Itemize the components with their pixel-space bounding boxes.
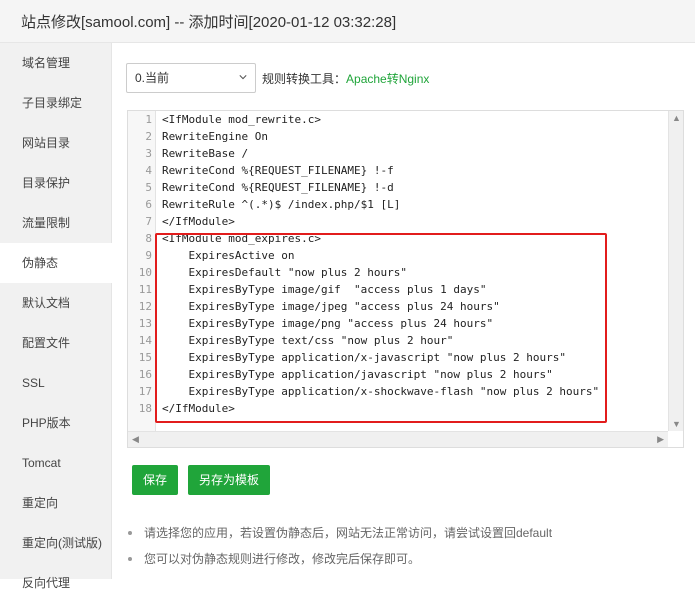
line-number: 18 [138,402,152,415]
code-line: ExpiresByType image/gif "access plus 1 d… [162,283,487,296]
horizontal-scrollbar[interactable]: ◀ ▶ [128,431,668,447]
code-line: <IfModule mod_rewrite.c> [162,113,321,126]
code-line: RewriteCond %{REQUEST_FILENAME} !-d [162,181,394,194]
rule-convert-label: 规则转换工具： [262,72,347,86]
line-number: 8 [145,232,152,245]
code-line: ExpiresByType application/x-shockwave-fl… [162,385,600,398]
line-number: 10 [138,266,152,279]
sidebar-item-config-file[interactable]: 配置文件 [0,323,111,363]
line-number: 3 [145,147,152,160]
sidebar-item-default-doc[interactable]: 默认文档 [0,283,111,323]
line-number: 5 [145,181,152,194]
sidebar-item-subdir-binding[interactable]: 子目录绑定 [0,83,111,123]
line-number: 17 [138,385,152,398]
tips-list: 请选择您的应用，若设置伪静态后，网站无法正常访问，请尝试设置回default 您… [126,520,686,572]
sidebar-item-traffic-limit[interactable]: 流量限制 [0,203,111,243]
code-line: RewriteBase / [162,147,249,160]
sidebar-item-tomcat[interactable]: Tomcat [0,443,111,483]
code-line: ExpiresByType application/javascript "no… [162,368,553,381]
code-line: RewriteRule ^(.*)$ /index.php/$1 [L] [162,198,401,211]
tip-text: 请选择您的应用，若设置伪静态后，网站无法正常访问，请尝试设置回default [144,526,553,540]
code-content[interactable]: <IfModule mod_rewrite.c> RewriteEngine On… [162,111,632,417]
scroll-down-icon[interactable]: ▼ [672,419,681,429]
vertical-scrollbar[interactable]: ▲ ▼ [668,111,683,431]
line-number: 16 [138,368,152,381]
line-number: 12 [138,300,152,313]
apache-to-nginx-link[interactable]: Apache转Nginx [346,72,429,86]
tip-item: 请选择您的应用，若设置伪静态后，网站无法正常访问，请尝试设置回default [126,520,686,546]
tip-item: 您可以对伪静态规则进行修改，修改完后保存即可。 [126,546,686,572]
scroll-up-icon[interactable]: ▲ [672,113,681,123]
code-line: RewriteEngine On [162,130,268,143]
sidebar-item-ssl[interactable]: SSL [0,363,111,403]
line-number: 14 [138,334,152,347]
scroll-right-icon[interactable]: ▶ [657,434,664,445]
code-line: <IfModule mod_expires.c> [162,232,321,245]
code-line: </IfModule> [162,402,235,415]
line-number: 1 [145,113,152,126]
bullet-icon [128,557,132,561]
line-number-gutter: 1 2 3 4 5 6 7 8 9 10 11 12 13 14 15 16 17 18 [128,111,156,431]
dialog-title: 站点修改[samool.com] -- 添加时间[2020-01-12 03:3… [21,14,397,31]
code-line: ExpiresDefault "now plus 2 hours" [162,266,408,279]
sidebar-item-dir-protection[interactable]: 目录保护 [0,163,111,203]
line-number: 2 [145,130,152,143]
code-line: ExpiresActive on [162,249,295,262]
code-line: ExpiresByType image/png "access plus 24 … [162,317,494,330]
code-line: RewriteCond %{REQUEST_FILENAME} !-f [162,164,394,177]
tip-text: 您可以对伪静态规则进行修改，修改完后保存即可。 [144,552,421,566]
line-number: 15 [138,351,152,364]
bullet-icon [128,531,132,535]
rule-convert-tool: 规则转换工具：Apache转Nginx [262,70,429,87]
sidebar-item-redirect[interactable]: 重定向 [0,483,111,523]
code-line: </IfModule> [162,215,235,228]
main-panel: 0.当前 规则转换工具：Apache转Nginx 1 2 3 4 5 6 7 8 9 10 11 12… [112,43,695,579]
scroll-left-icon[interactable]: ◀ [132,434,139,445]
dialog-titlebar: 站点修改[samool.com] -- 添加时间[2020-01-12 03:3… [0,0,695,43]
line-number: 11 [138,283,152,296]
rewrite-template-select[interactable]: 0.当前 [126,63,256,93]
code-line: ExpiresByType text/css "now plus 2 hour" [162,334,454,347]
line-number: 7 [145,215,152,228]
code-line: ExpiresByType image/jpeg "access plus 24… [162,300,500,313]
save-as-template-button[interactable]: 另存为模板 [188,465,270,495]
rewrite-template-value: 0.当前 [135,71,170,85]
save-button[interactable]: 保存 [132,465,178,495]
sidebar: 域名管理 子目录绑定 网站目录 目录保护 流量限制 伪静态 默认文档 配置文件 … [0,43,134,590]
line-number: 4 [145,164,152,177]
line-number: 13 [138,317,152,330]
sidebar-item-domain[interactable]: 域名管理 [0,43,111,83]
code-line: ExpiresByType application/x-javascript "… [162,351,566,364]
sidebar-item-reverse-proxy[interactable]: 反向代理 [0,563,111,603]
line-number: 6 [145,198,152,211]
chevron-down-icon [239,75,247,80]
rewrite-code-editor[interactable]: 1 2 3 4 5 6 7 8 9 10 11 12 13 14 15 16 17 18 <IfModule mo… [127,110,684,448]
sidebar-item-redirect-beta[interactable]: 重定向(测试版) [0,523,111,563]
sidebar-item-php-version[interactable]: PHP版本 [0,403,111,443]
line-number: 9 [145,249,152,262]
sidebar-item-site-directory[interactable]: 网站目录 [0,123,111,163]
